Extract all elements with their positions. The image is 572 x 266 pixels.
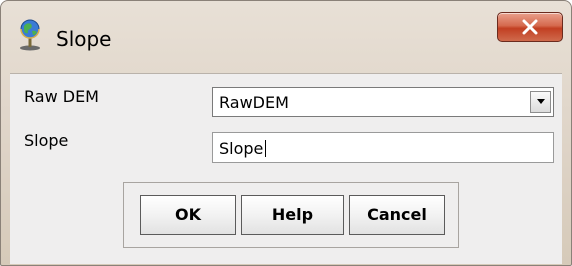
cancel-button[interactable]: Cancel [349, 195, 445, 235]
ok-button[interactable]: OK [140, 195, 236, 235]
raw-dem-select[interactable]: RawDEM [212, 87, 554, 117]
raw-dem-selected-value: RawDEM [219, 93, 289, 112]
window-title: Slope [56, 27, 112, 51]
title-bar[interactable]: Slope [1, 1, 571, 63]
slope-input-value: Slope [219, 139, 264, 158]
dialog-content: Raw DEM RawDEM Slope Slope OK Help Cance… [10, 73, 562, 264]
dropdown-arrow-button[interactable] [530, 91, 551, 113]
raw-dem-label: Raw DEM [24, 87, 99, 106]
button-group: OK Help Cancel [123, 182, 459, 248]
text-caret [265, 140, 266, 157]
slope-label: Slope [24, 131, 69, 150]
slope-input[interactable]: Slope [212, 132, 554, 163]
slope-dialog: Slope Raw DEM RawDEM Slope Slope OK Help… [0, 0, 572, 266]
help-button[interactable]: Help [241, 195, 344, 235]
close-button[interactable] [497, 12, 563, 42]
globe-icon [13, 18, 47, 52]
